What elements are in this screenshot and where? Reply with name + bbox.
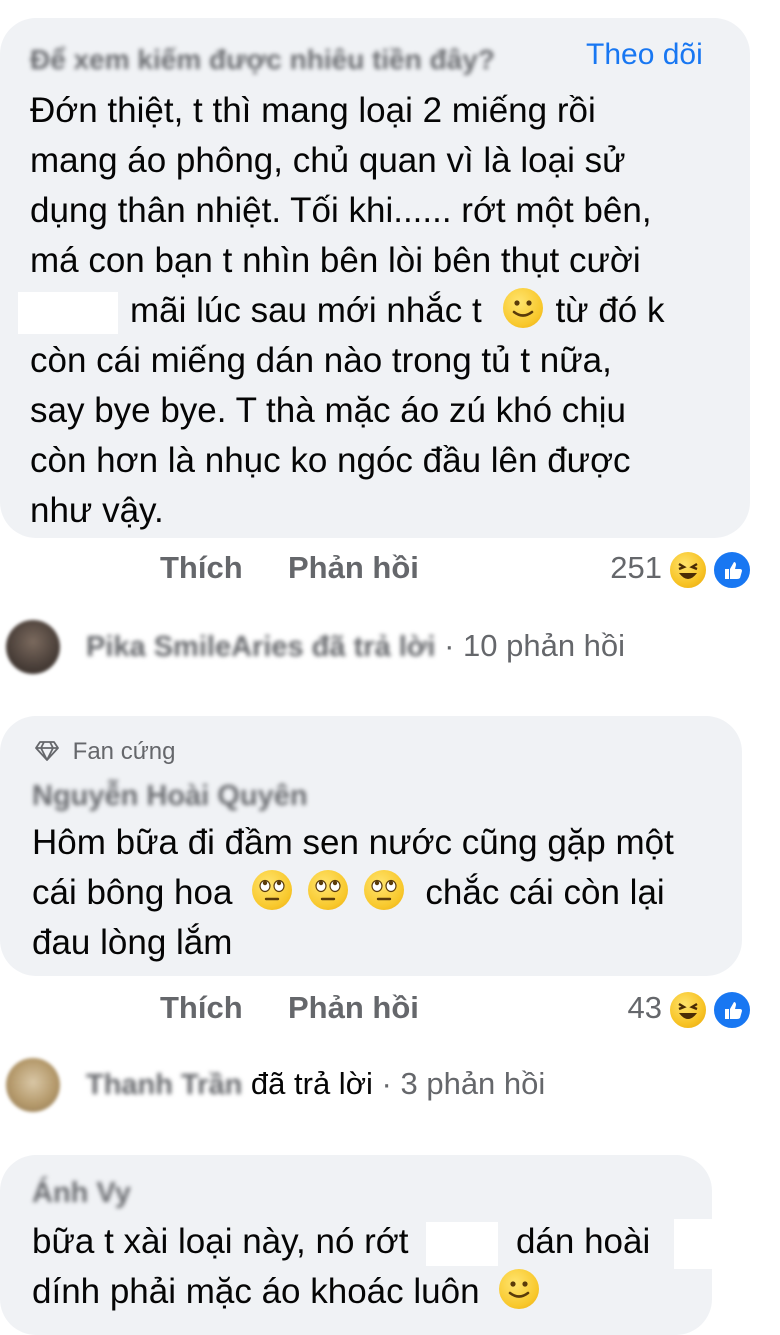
text-line: dính phải mặc áo khoác luôn — [32, 1267, 722, 1317]
thread-replies[interactable]: Pika SmileAries đã trả lời · 10 phản hồi — [86, 628, 625, 664]
reply-button[interactable]: Phản hồi — [288, 990, 419, 1026]
comment-actions: Thích Phản hồi — [0, 990, 780, 1030]
text-line: dụng thân nhiệt. Tối khi...... rớt một b… — [30, 191, 652, 230]
comment-text: bữa t xài loại này, nó rớt dán hoài dính… — [32, 1217, 722, 1317]
smile-emoji-icon — [503, 288, 544, 328]
text-line: say bye bye. T thà mặc áo zú khó chịu — [30, 391, 626, 430]
replied-label: đã trả lời — [250, 1066, 373, 1101]
badge: Fan cứng — [34, 738, 175, 769]
text-line: mang áo phông, chủ quan vì là loại sử — [30, 141, 626, 180]
comment-author[interactable]: Nguyễn Hoài Quyên — [32, 780, 308, 813]
comment-author[interactable]: Để xem kiếm được nhiêu tiền đây? — [30, 44, 495, 76]
badge-label: Fan cứng — [72, 738, 176, 765]
text-line: Hôm bữa đi đầm sen nước cũng gặp một — [32, 823, 674, 862]
avatar[interactable] — [6, 620, 60, 674]
reaction-count[interactable]: 251 — [610, 550, 662, 586]
text-line: Đớn thiệt, t thì mang loại 2 miếng rồi — [30, 91, 596, 130]
comment-text: Hôm bữa đi đầm sen nước cũng gặp một cái… — [32, 818, 674, 968]
reply-author: Pika SmileAries đã trả lời — [86, 631, 436, 663]
redacted-block — [673, 1218, 722, 1269]
like-reaction-icon — [712, 990, 752, 1030]
like-button[interactable]: Thích — [160, 990, 243, 1026]
comment-text: Đớn thiệt, t thì mang loại 2 miếng rồi m… — [18, 86, 664, 536]
like-button[interactable]: Thích — [160, 550, 243, 586]
comment-actions: Thích Phản hồi — [0, 550, 780, 590]
text-line: còn hơn là nhục ko ngóc đầu lên được — [30, 441, 631, 480]
haha-reaction-icon — [668, 990, 708, 1030]
reply-count: · 3 phản hồi — [381, 1066, 546, 1101]
comment-bubble: Fan cứng Nguyễn Hoài Quyên Hôm bữa đi đầ… — [0, 716, 742, 976]
comment-author[interactable]: Ánh Vy — [32, 1177, 131, 1210]
text-line: còn cái miếng dán nào trong tủ t nữa, — [30, 341, 612, 380]
text-line: đau lòng lắm — [32, 923, 233, 962]
eye-roll-emoji-icon — [307, 870, 348, 910]
reply-author: Thanh Trần — [86, 1069, 243, 1101]
text-line: má con bạn t nhìn bên lòi bên thụt cười — [30, 241, 641, 280]
reply-button[interactable]: Phản hồi — [288, 550, 419, 586]
eye-roll-emoji-icon — [252, 870, 293, 910]
redacted-block — [426, 1221, 499, 1266]
haha-reaction-icon — [668, 550, 708, 590]
text-line: như vậy. — [30, 491, 164, 530]
reply-count: · 10 phản hồi — [444, 628, 626, 663]
reaction-count[interactable]: 43 — [628, 990, 662, 1026]
eye-roll-emoji-icon — [363, 870, 404, 910]
text-line: bữa t xài loại này, nó rớt dán hoài — [32, 1217, 722, 1269]
follow-button[interactable]: Theo dõi — [586, 38, 703, 72]
like-reaction-icon — [712, 550, 752, 590]
diamond-badge-icon — [34, 740, 60, 769]
comment-bubble: Để xem kiếm được nhiêu tiền đây? Theo dõ… — [0, 18, 750, 538]
comment-bubble: Ánh Vy bữa t xài loại này, nó rớt dán ho… — [0, 1155, 722, 1335]
redacted-block — [18, 291, 118, 334]
smile-emoji-icon — [499, 1269, 540, 1309]
text-line: cái bông hoa chắc cái còn lại — [32, 868, 674, 918]
avatar[interactable] — [6, 1058, 60, 1112]
text-line: mãi lúc sau mới nhắc t từ đó k — [18, 286, 664, 336]
thread-replies[interactable]: Thanh Trần đã trả lời · 3 phản hồi — [86, 1066, 545, 1102]
